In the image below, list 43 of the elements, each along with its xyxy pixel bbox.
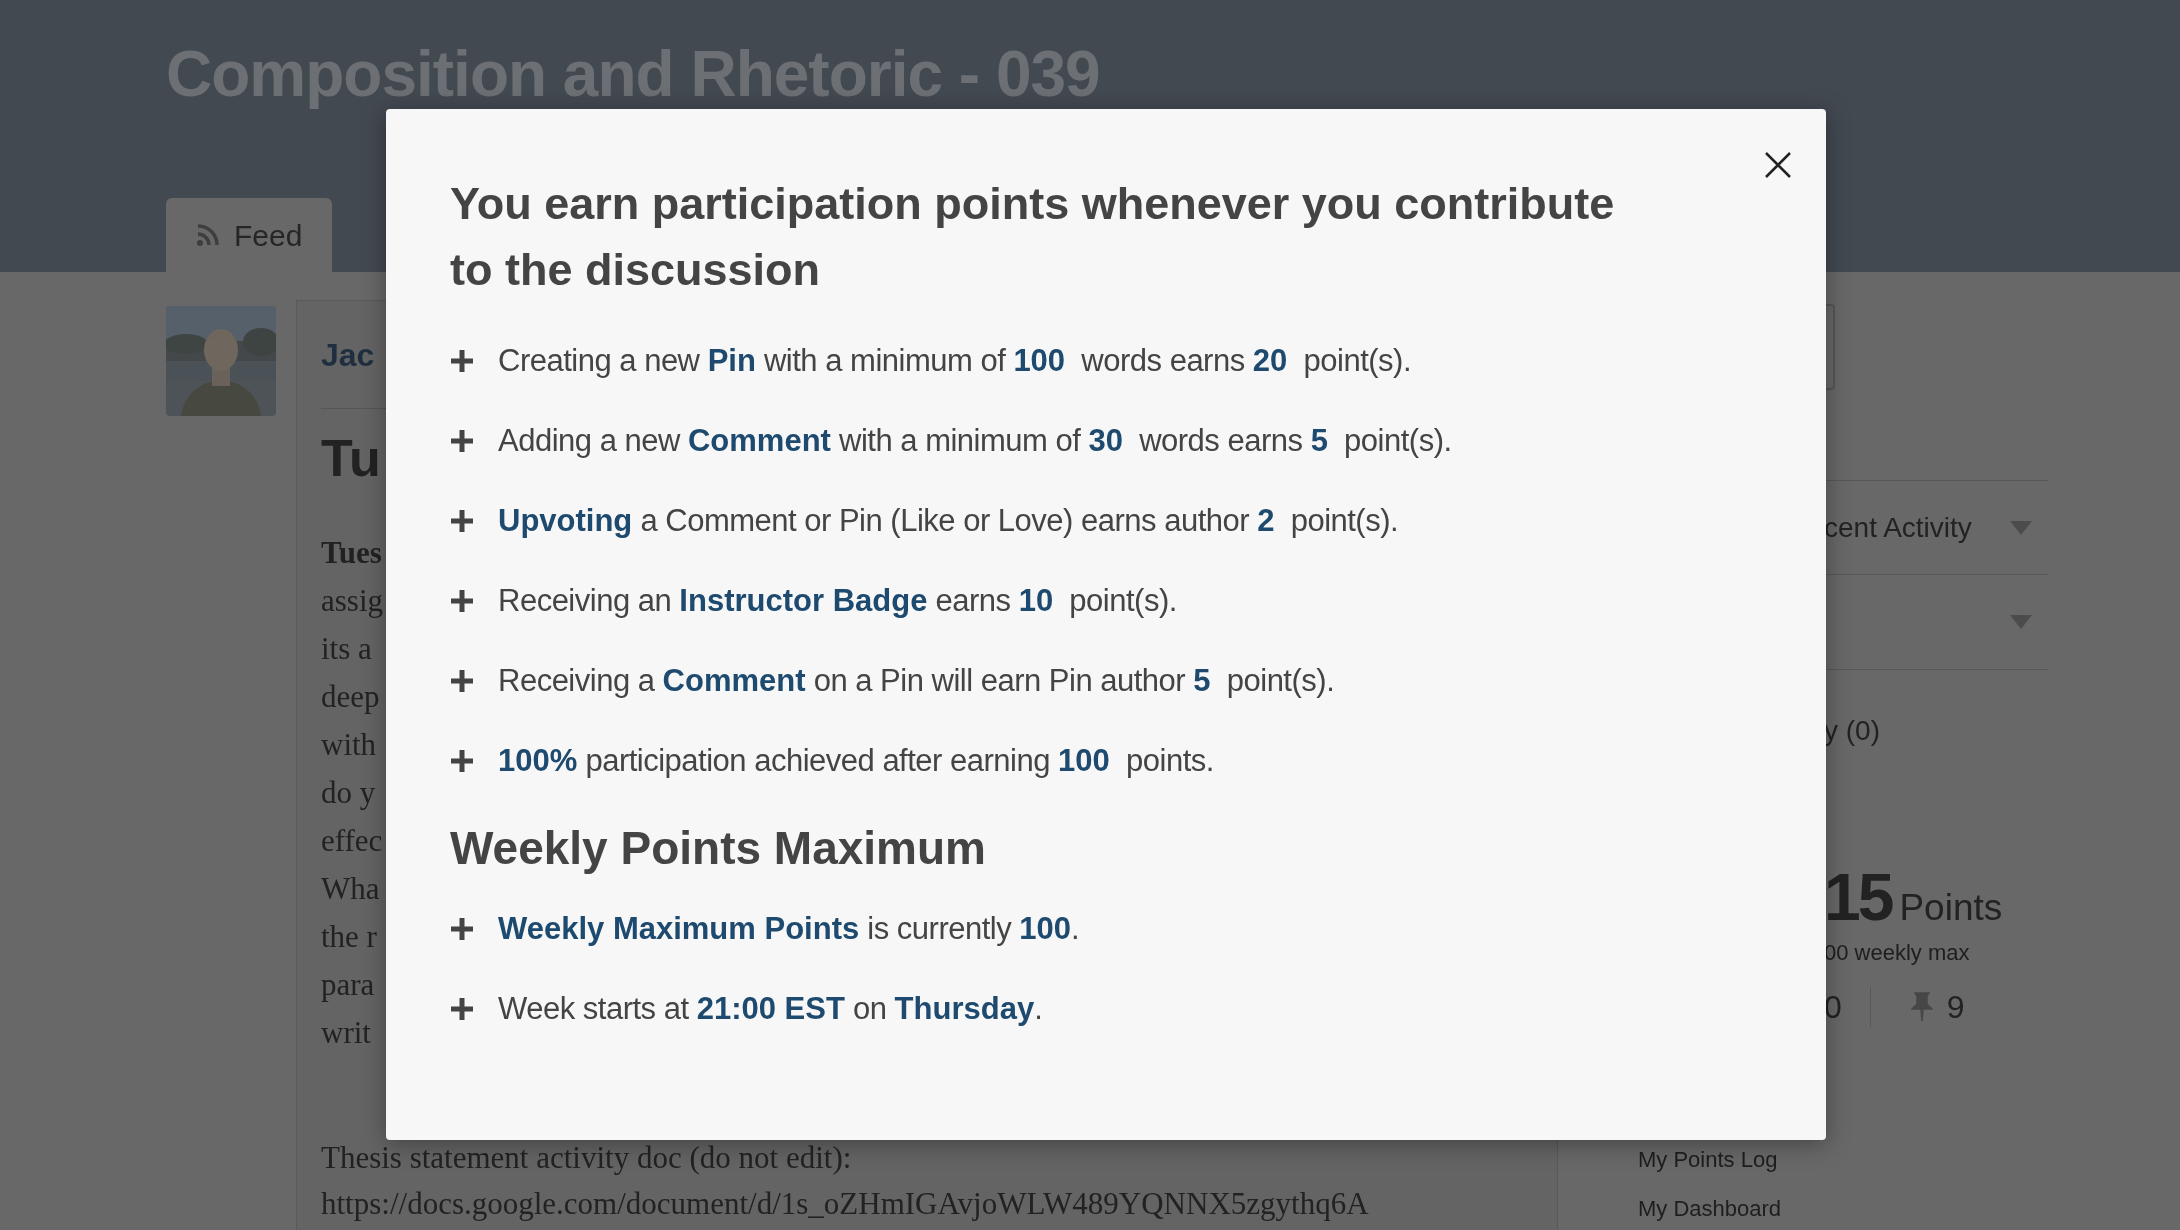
rule-text: Receiving an Instructor Badge earns 10 point(s). bbox=[498, 581, 1177, 620]
caret-icon bbox=[2010, 520, 2032, 535]
rss-icon bbox=[196, 223, 220, 247]
plus-icon bbox=[450, 429, 474, 453]
points-value: 15 bbox=[1824, 862, 1892, 932]
post-text: Wha bbox=[321, 870, 380, 908]
caret-icon bbox=[2010, 615, 2032, 629]
pin-icon bbox=[1910, 991, 1933, 1022]
rule-text: Upvoting a Comment or Pin (Like or Love) earns author 2 point(s). bbox=[498, 501, 1399, 540]
plus-icon bbox=[450, 917, 474, 941]
plus-icon bbox=[450, 589, 474, 613]
rule-text: Receiving a Comment on a Pin will earn Pin author 5 point(s). bbox=[498, 661, 1335, 700]
points-label: Points bbox=[1899, 886, 2003, 930]
plus-icon bbox=[450, 749, 474, 773]
stat-count: 9 bbox=[1946, 987, 1965, 1027]
post-text: deep bbox=[321, 678, 380, 716]
post-title: Tu bbox=[321, 428, 381, 489]
post-text: its a bbox=[321, 630, 372, 668]
document-link[interactable]: https://docs.google.com/document/d/1s_oZHmIGAvjoWLW489YQNNX5zgythq6A bbox=[321, 1181, 1369, 1227]
rule-text: Week starts at 21:00 EST on Thursday. bbox=[498, 989, 1043, 1028]
post-text: assig bbox=[321, 582, 383, 620]
feed-tab[interactable]: Feed bbox=[166, 198, 333, 272]
plus-icon bbox=[450, 997, 474, 1021]
rule-text: Weekly Maximum Points is currently 100. bbox=[498, 909, 1080, 948]
plus-icon bbox=[450, 669, 474, 693]
sidebar-link[interactable]: My Dashboard bbox=[1638, 1183, 1782, 1230]
rule-text: 100% participation achieved after earning 100 points. bbox=[498, 741, 1214, 780]
plus-icon bbox=[450, 349, 474, 373]
plus-icon bbox=[450, 509, 474, 533]
rule-text: Creating a new Pin with a minimum of 100 words earns 20 point(s). bbox=[498, 341, 1411, 380]
post-text: writ bbox=[321, 1014, 371, 1052]
dropdown-label: cent Activity bbox=[1824, 510, 1972, 545]
post-text: Thesis statement activity doc (do not edit): bbox=[321, 1139, 852, 1177]
rule-text: Adding a new Comment with a minimum of 30 words earns 5 point(s). bbox=[498, 421, 1452, 460]
section-heading: Weekly Points Maximum bbox=[450, 821, 987, 876]
post-text: with bbox=[321, 726, 377, 764]
modal-title: You earn participation points whenever you contribute to the discussion bbox=[450, 177, 1616, 297]
post-text: the r bbox=[321, 918, 377, 956]
post-text: Tues bbox=[321, 534, 382, 572]
post-text: do y bbox=[321, 774, 376, 812]
stat-count: 0 bbox=[1824, 987, 1842, 1027]
post-text: effec bbox=[321, 822, 383, 860]
post-text: para bbox=[321, 966, 375, 1004]
